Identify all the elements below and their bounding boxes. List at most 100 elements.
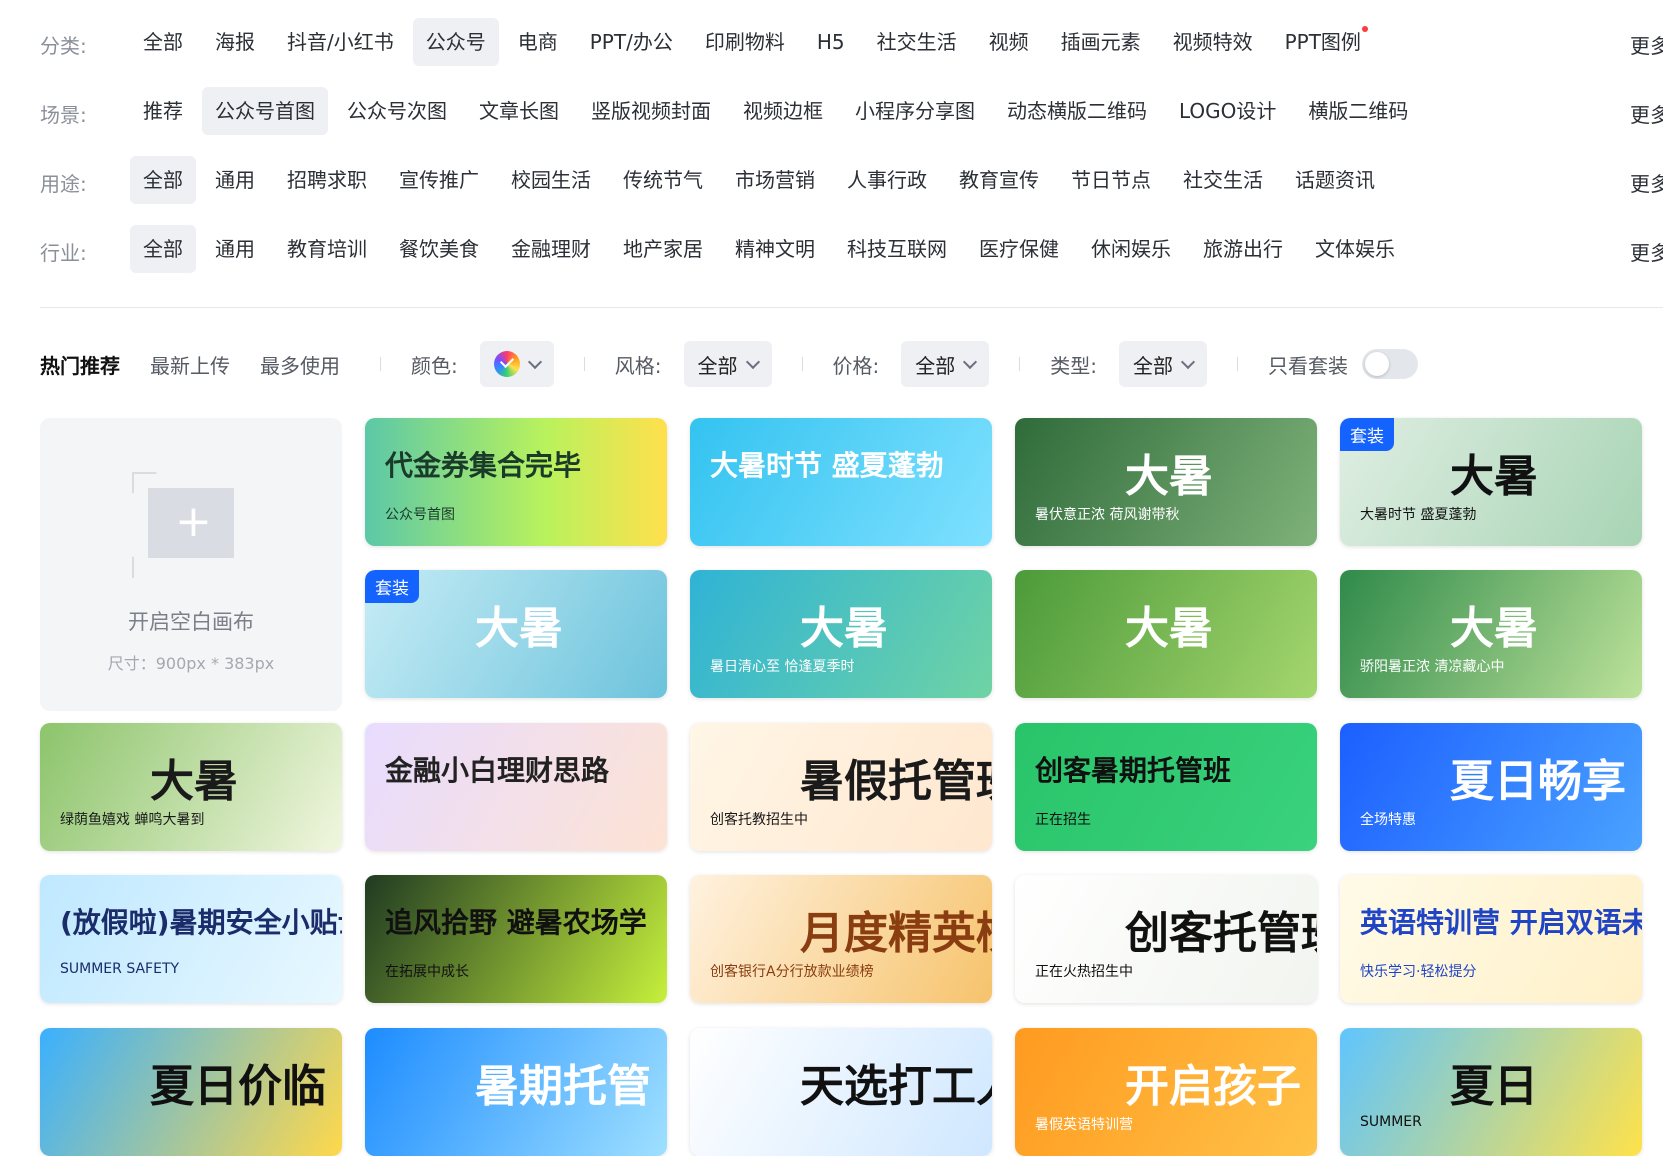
filter-more-button[interactable]: 更多 [1630, 237, 1663, 266]
filter-option-label: 宣传推广 [399, 168, 479, 192]
filter-option[interactable]: 餐饮美食 [386, 225, 492, 273]
filter-option[interactable]: 地产家居 [610, 225, 716, 273]
new-dot-icon [1361, 26, 1368, 32]
template-card[interactable]: 追风拾野 避暑农场学 在拓展中成长 [365, 875, 667, 1003]
filter-option[interactable]: 科技互联网 [834, 225, 960, 273]
filter-label: 行业: [40, 241, 87, 265]
filter-options: 推荐 公众号首图 公众号次图 文章长图 竖版视频封面 视频边框 小程序分享图 动态横版二维码 L… [130, 87, 1421, 135]
template-card[interactable]: 英语特训营 开启双语未来快乐学习·轻松提分 [1340, 875, 1642, 1003]
filter-option[interactable]: 社交生活 [1170, 156, 1276, 204]
filter-option[interactable]: 抖音/小红书 [274, 18, 407, 66]
filter-option[interactable]: 医疗保健 [966, 225, 1072, 273]
filter-option-label: 招聘求职 [287, 168, 367, 192]
template-subtitle: 暑伏意正浓 荷风谢带秋 [1035, 507, 1180, 523]
template-card[interactable]: 暑假托管班创客托教招生中 [690, 723, 992, 851]
filter-more-button[interactable]: 更多 [1630, 168, 1663, 197]
filter-option[interactable]: 视频 [976, 18, 1042, 66]
template-card[interactable]: 代金券集合完毕 公众号首图 [365, 418, 667, 546]
filter-option[interactable]: 横版二维码 [1295, 87, 1421, 135]
template-card[interactable]: 开启孩子 暑假英语特训营 [1015, 1028, 1317, 1156]
filter-option[interactable]: 公众号次图 [334, 87, 460, 135]
set-only-toggle[interactable] [1362, 349, 1418, 379]
filter-option[interactable]: 校园生活 [498, 156, 604, 204]
filter-option[interactable]: 招聘求职 [274, 156, 380, 204]
blank-canvas-card[interactable]: + 开启空白画布 尺寸：900px * 383px [40, 418, 342, 711]
filter-option[interactable]: 传统节气 [610, 156, 716, 204]
filter-option[interactable]: 社交生活 [864, 18, 970, 66]
filter-option[interactable]: 精神文明 [722, 225, 828, 273]
sort-newest[interactable]: 最新上传 [150, 350, 230, 379]
filter-option[interactable]: 话题资讯 [1282, 156, 1388, 204]
filter-option[interactable]: 市场营销 [722, 156, 828, 204]
color-dropdown[interactable] [479, 341, 554, 387]
filter-option[interactable]: 电商 [505, 18, 571, 66]
filter-more-button[interactable]: 更多 [1630, 30, 1663, 59]
filter-option[interactable]: 宣传推广 [386, 156, 492, 204]
template-card[interactable]: 创客托管班正在火热招生中 [1015, 875, 1317, 1003]
template-card[interactable]: 大暑 暑伏意正浓 荷风谢带秋 [1015, 418, 1317, 546]
filter-more-button[interactable]: 更多 [1630, 99, 1663, 128]
template-card[interactable]: 金融小白理财思路 [365, 723, 667, 851]
template-card[interactable]: 天选打工人 [690, 1028, 992, 1156]
filter-option[interactable]: 公众号 [412, 18, 499, 66]
filter-option[interactable]: PPT图例 [1272, 18, 1374, 66]
filter-option[interactable]: 全部 [130, 18, 196, 66]
filter-option[interactable]: 通用 [202, 225, 268, 273]
filter-option[interactable]: 公众号首图 [202, 87, 328, 135]
template-subtitle: 创客银行A分行放款业绩榜 [710, 964, 874, 980]
template-title: 大暑 [1450, 451, 1538, 502]
filter-option[interactable]: 竖版视频封面 [578, 87, 724, 135]
template-card[interactable]: 夏日畅享 全场特惠 [1340, 723, 1642, 851]
filter-option[interactable]: 教育培训 [274, 225, 380, 273]
filter-option[interactable]: 人事行政 [834, 156, 940, 204]
filter-option[interactable]: 印刷物料 [692, 18, 798, 66]
filter-option-label: 文章长图 [479, 99, 559, 123]
filter-option[interactable]: 动态横版二维码 [994, 87, 1160, 135]
template-title: 暑期托管 [475, 1061, 651, 1112]
filter-option[interactable]: 旅游出行 [1190, 225, 1296, 273]
filter-option[interactable]: 节日节点 [1058, 156, 1164, 204]
type-dropdown[interactable]: 全部 [1119, 341, 1207, 387]
filter-option[interactable]: PPT/办公 [577, 18, 686, 66]
filter-option[interactable]: 教育宣传 [946, 156, 1052, 204]
template-card[interactable]: 大暑 暑日清心至 恰逢夏季时 [690, 570, 992, 698]
template-card[interactable]: 大暑 骄阳暑正浓 清凉藏心中 [1340, 570, 1642, 698]
template-card[interactable]: 大暑 套装 [365, 570, 667, 698]
style-dropdown[interactable]: 全部 [683, 341, 772, 387]
filter-option[interactable]: 全部 [130, 225, 196, 273]
filter-option[interactable]: 海报 [202, 18, 268, 66]
template-card[interactable]: 暑期托管 [365, 1028, 667, 1156]
filter-option[interactable]: 文体娱乐 [1302, 225, 1408, 273]
template-card[interactable]: 大暑 [1015, 570, 1317, 698]
filter-option[interactable]: 推荐 [130, 87, 196, 135]
filter-option[interactable]: 通用 [202, 156, 268, 204]
filter-label: 分类: [40, 34, 87, 58]
template-card[interactable]: 大暑 大暑时节 盛夏蓬勃 套装 [1340, 418, 1642, 546]
filter-option[interactable]: 金融理财 [498, 225, 604, 273]
filter-option[interactable]: 文章长图 [466, 87, 572, 135]
filter-option[interactable]: LOGO设计 [1166, 87, 1289, 135]
filter-option[interactable]: 休闲娱乐 [1078, 225, 1184, 273]
template-title: 大暑 [150, 756, 238, 807]
price-dropdown[interactable]: 全部 [901, 341, 990, 387]
sort-most-used[interactable]: 最多使用 [260, 350, 340, 379]
template-card[interactable]: 大暑时节 盛夏蓬勃 [690, 418, 992, 546]
sort-hot[interactable]: 热门推荐 [40, 350, 120, 379]
template-subtitle: 暑假英语特训营 [1035, 1117, 1133, 1133]
filter-option-label: 休闲娱乐 [1091, 237, 1171, 261]
template-card[interactable]: 大暑 绿荫鱼嬉戏 蝉鸣大暑到 [40, 723, 342, 851]
filter-option[interactable]: H5 [804, 18, 858, 66]
template-card[interactable]: (放假啦)暑期安全小贴士 SUMMER SAFETY [40, 875, 342, 1003]
filter-option[interactable]: 小程序分享图 [842, 87, 988, 135]
filter-option[interactable]: 全部 [130, 156, 196, 204]
template-card[interactable]: 夏日 SUMMER [1340, 1028, 1642, 1156]
template-card[interactable]: 月度精英榜创客银行A分行放款业绩榜 [690, 875, 992, 1003]
filter-option[interactable]: 视频特效 [1160, 18, 1266, 66]
template-subtitle: SUMMER SAFETY [60, 961, 180, 977]
filter-label: 用途: [40, 172, 87, 196]
filter-option-label: PPT图例 [1284, 30, 1361, 54]
filter-option[interactable]: 视频边框 [730, 87, 836, 135]
template-card[interactable]: 创客暑期托管班 正在招生 [1015, 723, 1317, 851]
template-card[interactable]: 夏日价临 [40, 1028, 342, 1156]
filter-option[interactable]: 插画元素 [1048, 18, 1154, 66]
